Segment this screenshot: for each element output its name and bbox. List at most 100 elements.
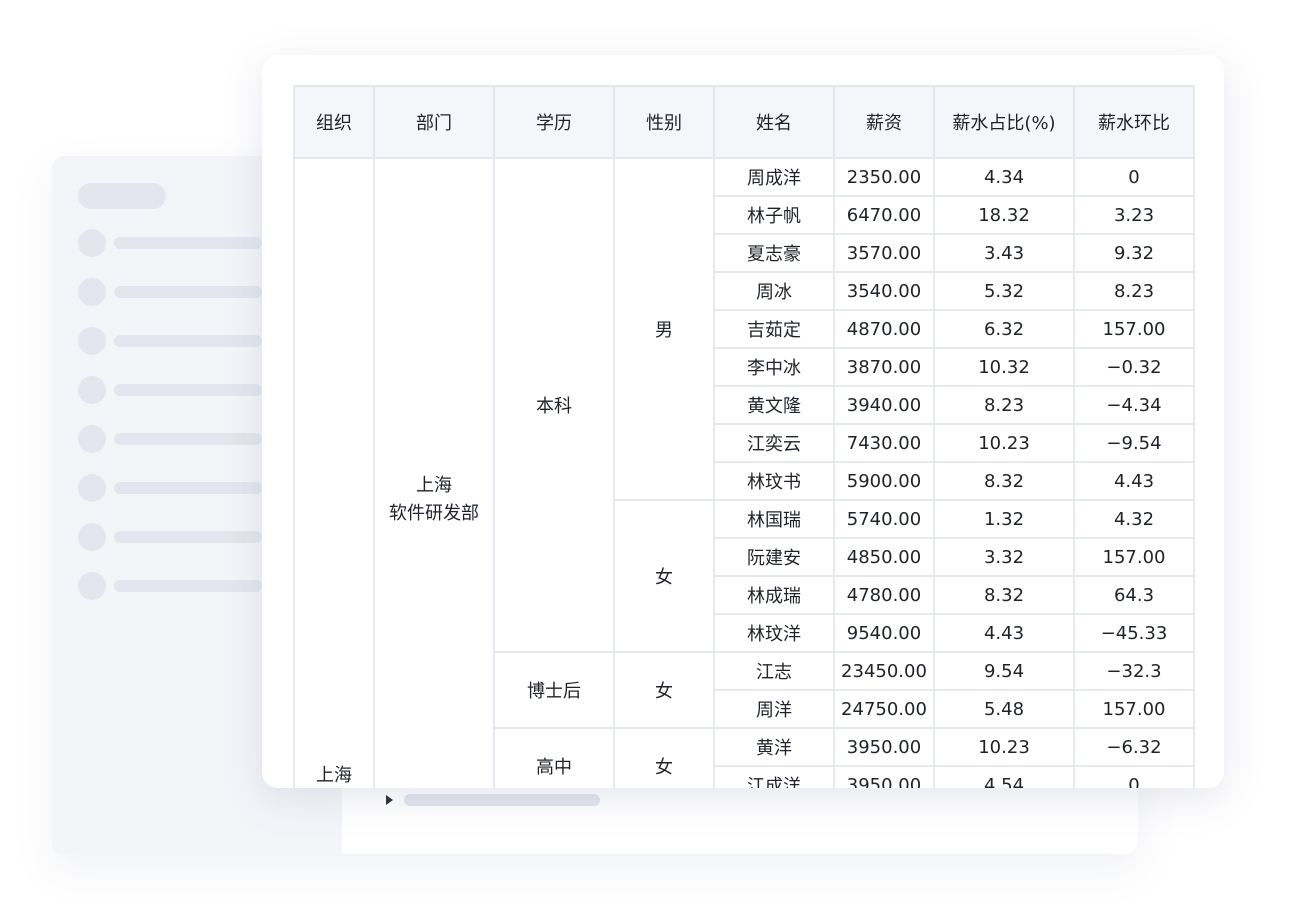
sidebar-item-placeholder[interactable] (78, 572, 262, 600)
edu-cell[interactable]: 本科 (493, 157, 615, 653)
salary-cell[interactable]: 3870.00 (833, 347, 935, 387)
salary-cell[interactable]: 3570.00 (833, 233, 935, 273)
name-cell[interactable]: 黄文隆 (713, 385, 835, 425)
name-cell[interactable]: 林玟书 (713, 461, 835, 501)
name-cell[interactable]: 林玟洋 (713, 613, 835, 653)
ratio-cell[interactable]: 9.54 (933, 651, 1075, 691)
horizontal-scrollbar[interactable] (404, 794, 600, 806)
ratio-cell[interactable]: 3.43 (933, 233, 1075, 273)
gender-cell[interactable]: 女 (613, 499, 715, 653)
ratio-cell[interactable]: 8.32 (933, 575, 1075, 615)
gender-cell[interactable]: 女 (613, 727, 715, 788)
sidebar-bar (114, 531, 262, 543)
sidebar-item-placeholder[interactable] (78, 278, 262, 306)
sidebar-item-placeholder[interactable] (78, 523, 262, 551)
column-header[interactable]: 薪水占比(%) (933, 85, 1075, 159)
sidebar-item-placeholder[interactable] (78, 229, 262, 257)
salary-cell[interactable]: 3950.00 (833, 765, 935, 788)
column-header[interactable]: 性别 (613, 85, 715, 159)
name-cell[interactable]: 江志 (713, 651, 835, 691)
name-cell[interactable]: 李中冰 (713, 347, 835, 387)
salary-cell[interactable]: 3950.00 (833, 727, 935, 767)
mom-cell[interactable]: 157.00 (1073, 689, 1195, 729)
sidebar-item-placeholder[interactable] (78, 376, 262, 404)
ratio-cell[interactable]: 10.23 (933, 727, 1075, 767)
mom-cell[interactable]: −0.32 (1073, 347, 1195, 387)
name-cell[interactable]: 林成瑞 (713, 575, 835, 615)
sidebar-item-placeholder[interactable] (78, 474, 262, 502)
ratio-cell[interactable]: 4.54 (933, 765, 1075, 788)
ratio-cell[interactable]: 10.32 (933, 347, 1075, 387)
mom-cell[interactable]: −32.3 (1073, 651, 1195, 691)
column-header[interactable]: 部门 (373, 85, 495, 159)
expand-arrow-icon[interactable] (386, 795, 393, 805)
edu-cell[interactable]: 高中 (493, 727, 615, 788)
ratio-cell[interactable]: 10.23 (933, 423, 1075, 463)
salary-cell[interactable]: 3540.00 (833, 271, 935, 311)
gender-cell[interactable]: 男 (613, 157, 715, 501)
ratio-cell[interactable]: 8.32 (933, 461, 1075, 501)
name-cell[interactable]: 林国瑞 (713, 499, 835, 539)
mom-cell[interactable]: 8.23 (1073, 271, 1195, 311)
mom-cell[interactable]: 64.3 (1073, 575, 1195, 615)
ratio-cell[interactable]: 5.32 (933, 271, 1075, 311)
mom-cell[interactable]: −4.34 (1073, 385, 1195, 425)
salary-cell[interactable]: 5740.00 (833, 499, 935, 539)
salary-cell[interactable]: 3940.00 (833, 385, 935, 425)
name-cell[interactable]: 吉茹定 (713, 309, 835, 349)
salary-cell[interactable]: 24750.00 (833, 689, 935, 729)
column-header[interactable]: 薪资 (833, 85, 935, 159)
salary-cell[interactable]: 7430.00 (833, 423, 935, 463)
ratio-cell[interactable]: 5.48 (933, 689, 1075, 729)
mom-cell[interactable]: 0 (1073, 765, 1195, 788)
dept-cell[interactable]: 上海 软件研发部 (373, 157, 495, 788)
column-header[interactable]: 薪水环比 (1073, 85, 1195, 159)
name-cell[interactable]: 江奕云 (713, 423, 835, 463)
mom-cell[interactable]: −6.32 (1073, 727, 1195, 767)
column-header[interactable]: 学历 (493, 85, 615, 159)
name-cell[interactable]: 阮建安 (713, 537, 835, 577)
salary-cell[interactable]: 4870.00 (833, 309, 935, 349)
mom-cell[interactable]: −9.54 (1073, 423, 1195, 463)
name-cell[interactable]: 夏志豪 (713, 233, 835, 273)
ratio-cell[interactable]: 1.32 (933, 499, 1075, 539)
ratio-cell[interactable]: 8.23 (933, 385, 1075, 425)
salary-cell[interactable]: 4850.00 (833, 537, 935, 577)
column-header[interactable]: 组织 (293, 85, 375, 159)
salary-cell[interactable]: 23450.00 (833, 651, 935, 691)
pivot-table: 组织 部门 学历 性别 姓名 薪资 薪水占比(%) 薪水环比 上海 上海 软件研发… (293, 85, 1195, 788)
mom-cell[interactable]: −45.33 (1073, 613, 1195, 653)
name-cell[interactable]: 周成洋 (713, 157, 835, 197)
name-cell[interactable]: 周冰 (713, 271, 835, 311)
mom-cell[interactable]: 3.23 (1073, 195, 1195, 235)
ratio-cell[interactable]: 3.32 (933, 537, 1075, 577)
sidebar-bar (114, 384, 262, 396)
name-cell[interactable]: 江成洋 (713, 765, 835, 788)
salary-cell[interactable]: 9540.00 (833, 613, 935, 653)
salary-cell[interactable]: 5900.00 (833, 461, 935, 501)
sidebar-item-placeholder[interactable] (78, 425, 262, 453)
salary-cell[interactable]: 2350.00 (833, 157, 935, 197)
ratio-cell[interactable]: 18.32 (933, 195, 1075, 235)
mom-cell[interactable]: 157.00 (1073, 309, 1195, 349)
edu-cell[interactable]: 博士后 (493, 651, 615, 729)
name-cell[interactable]: 周洋 (713, 689, 835, 729)
sidebar-item-placeholder[interactable] (78, 327, 262, 355)
mom-cell[interactable]: 0 (1073, 157, 1195, 197)
salary-cell[interactable]: 6470.00 (833, 195, 935, 235)
org-cell[interactable]: 上海 (293, 157, 375, 788)
mom-cell[interactable]: 9.32 (1073, 233, 1195, 273)
ratio-cell[interactable]: 4.43 (933, 613, 1075, 653)
gender-cell[interactable]: 女 (613, 651, 715, 729)
name-cell[interactable]: 黄洋 (713, 727, 835, 767)
name-cell[interactable]: 林子帆 (713, 195, 835, 235)
column-header[interactable]: 姓名 (713, 85, 835, 159)
salary-cell[interactable]: 4780.00 (833, 575, 935, 615)
mom-cell[interactable]: 4.43 (1073, 461, 1195, 501)
sidebar-bar (114, 237, 262, 249)
mom-cell[interactable]: 4.32 (1073, 499, 1195, 539)
ratio-cell[interactable]: 6.32 (933, 309, 1075, 349)
sidebar-dot-icon (78, 229, 106, 257)
mom-cell[interactable]: 157.00 (1073, 537, 1195, 577)
ratio-cell[interactable]: 4.34 (933, 157, 1075, 197)
